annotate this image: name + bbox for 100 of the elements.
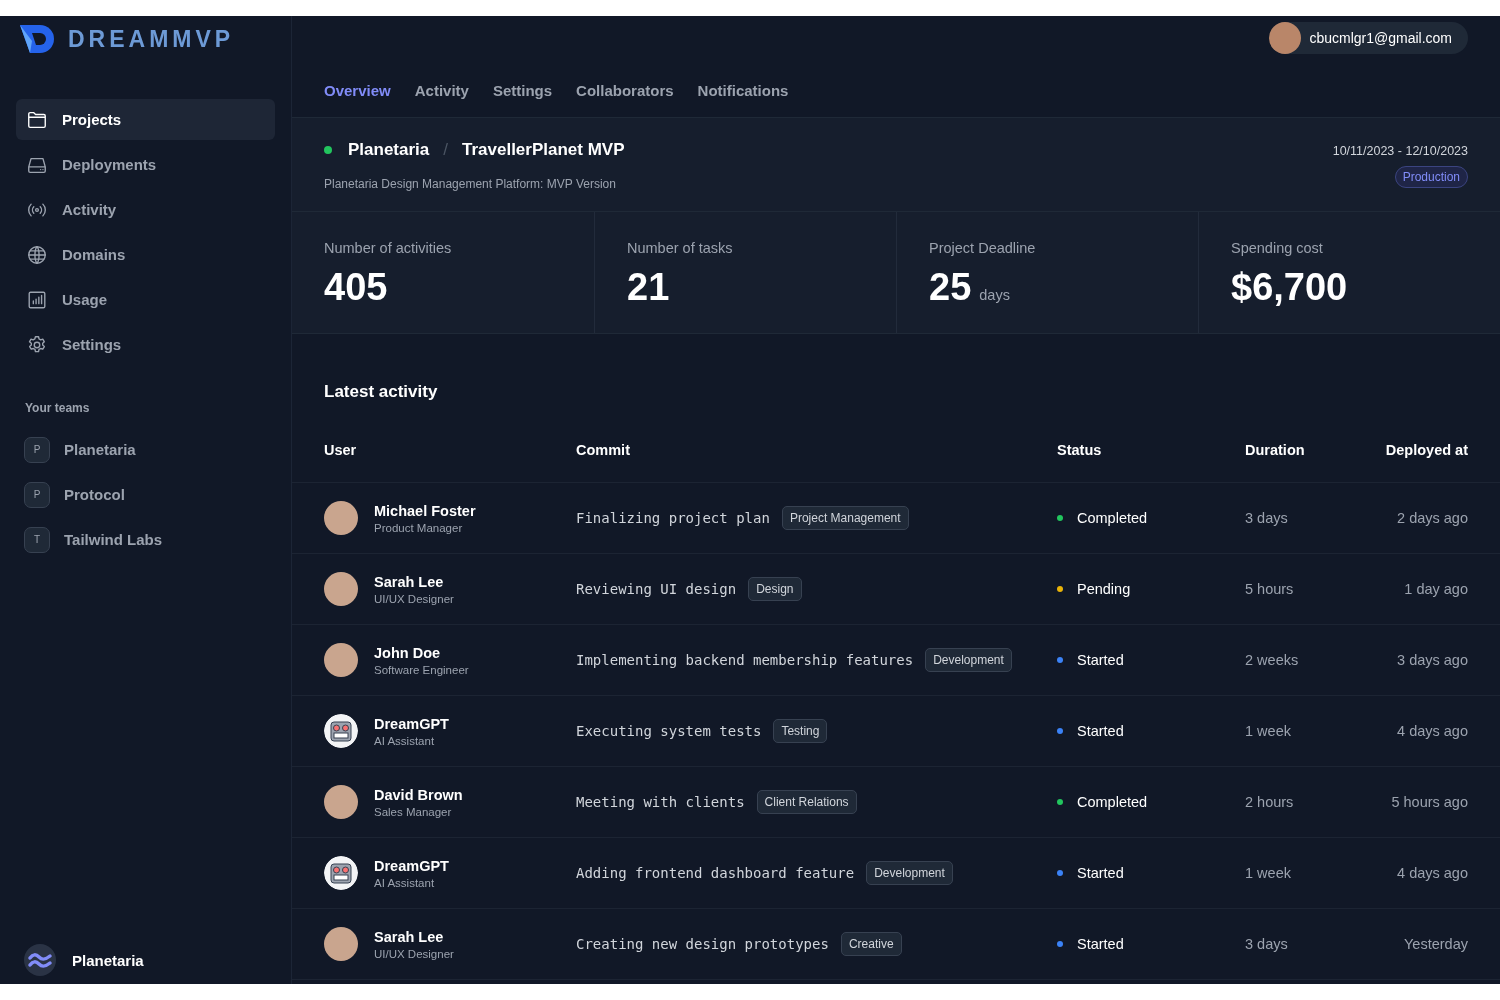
avatar	[324, 572, 358, 606]
commit-message: Implementing backend membership features	[576, 652, 914, 668]
project-description: Planetaria Design Management Platform: MVP Version	[324, 177, 617, 191]
tab[interactable]: Settings	[492, 82, 553, 99]
status-text: Started	[1077, 652, 1124, 668]
user-role: UI/UX Designer	[374, 592, 454, 605]
stat-label: Project Deadline	[929, 240, 1037, 256]
table-cell-text: 3 days	[1245, 936, 1289, 952]
column-header: User	[324, 442, 358, 458]
avatar	[324, 501, 358, 535]
team-item[interactable]: T Tailwind Labs	[16, 519, 275, 560]
table-cell-text: 4 days ago	[1396, 865, 1468, 881]
stat-value: 405	[324, 266, 388, 309]
commit-message: Executing system tests	[576, 723, 762, 739]
user-role: Software Engineer	[374, 663, 469, 676]
sidebar-item[interactable]: Deployments	[16, 144, 275, 185]
table-cell-text: 1 week	[1245, 723, 1292, 739]
tag: Testing	[773, 719, 828, 743]
sidebar-item[interactable]: Usage	[16, 279, 275, 320]
table-cell-text: 2 days ago	[1396, 510, 1468, 526]
user-name: DreamGPT	[374, 857, 449, 874]
tag: Project Management	[781, 506, 909, 530]
stat-value: $6,700	[1231, 266, 1348, 309]
globe-icon	[26, 243, 48, 266]
avatar	[324, 785, 358, 819]
user-name: DreamGPT	[374, 715, 449, 732]
table-cell-text: 1 week	[1245, 865, 1292, 881]
status-text: Started	[1077, 865, 1124, 881]
commit-message: Reviewing UI design	[576, 581, 737, 597]
tab[interactable]: Notifications	[697, 82, 789, 99]
user-name: David Brown	[374, 786, 463, 803]
table-cell-text: 5 hours ago	[1390, 794, 1468, 810]
commit-message: Finalizing project plan	[576, 510, 770, 526]
stat-value: 25	[929, 266, 972, 309]
section-title: Latest activity	[324, 382, 439, 402]
commit-message: Meeting with clients	[576, 794, 745, 810]
column-header: Commit	[576, 442, 631, 458]
status-text: Completed	[1077, 794, 1148, 810]
robot-avatar-icon	[324, 856, 358, 890]
user-menu[interactable]: cbucmlgr1@gmail.com	[1269, 22, 1468, 54]
commit-message: Adding frontend dashboard feature	[576, 865, 855, 881]
table-cell-text: 5 hours	[1245, 581, 1295, 597]
status-text: Started	[1077, 936, 1124, 952]
stat-label: Number of activities	[324, 240, 453, 256]
stat-unit: days	[979, 287, 1010, 303]
user-role: AI Assistant	[374, 734, 436, 747]
status-text: Completed	[1077, 510, 1148, 526]
tag: Development	[925, 648, 1012, 672]
status-text: Pending	[1077, 581, 1131, 597]
tab[interactable]: Collaborators	[576, 82, 674, 99]
tag: Design	[748, 577, 802, 601]
avatar	[324, 927, 358, 961]
user-role: AI Assistant	[374, 876, 436, 889]
tab[interactable]: Activity	[414, 82, 469, 99]
sidebar-item[interactable]: Projects	[16, 99, 275, 140]
team-item[interactable]: P Planetaria	[16, 429, 275, 470]
user-name: Sarah Lee	[374, 928, 445, 945]
section-heading: Your teams	[25, 401, 91, 415]
environment-badge: Production	[1394, 166, 1468, 188]
team-initial-badge: P	[24, 436, 50, 463]
user-name: John Doe	[374, 644, 442, 661]
column-header: Duration	[1245, 442, 1306, 458]
date-range: 10/11/2023 - 12/10/2023	[1332, 144, 1468, 158]
tab[interactable]: Overview	[324, 82, 391, 99]
user-role: Product Manager	[374, 521, 464, 534]
table-cell-text: 3 days	[1245, 510, 1289, 526]
avatar	[1269, 22, 1302, 54]
status-text: Started	[1077, 723, 1124, 739]
avatar	[324, 643, 358, 677]
table-cell-text: 2 weeks	[1245, 652, 1300, 668]
column-header: Deployed at	[1384, 442, 1468, 458]
robot-avatar-icon	[324, 714, 358, 748]
wave-logo-icon	[24, 944, 56, 976]
tag: Development	[866, 861, 953, 885]
user-name: Michael Foster	[374, 502, 476, 519]
sidebar-item[interactable]: Domains	[16, 234, 275, 275]
stat-label: Number of tasks	[627, 240, 734, 256]
commit-message: Creating new design prototypes	[576, 936, 829, 952]
team-initial-badge: P	[24, 481, 50, 508]
column-header: Status	[1057, 442, 1103, 458]
logo-text: DREAMMVP	[68, 25, 235, 53]
table-cell-text: 1 day ago	[1403, 581, 1468, 597]
stat-value: 21	[627, 266, 670, 309]
stat-label: Spending cost	[1231, 240, 1324, 256]
table-cell-text: Yesterday	[1403, 936, 1468, 952]
user-role: UI/UX Designer	[374, 947, 454, 960]
table-cell-text: 4 days ago	[1396, 723, 1468, 739]
project-name: TravellerPlanet MVP	[462, 140, 625, 160]
team-item[interactable]: P Protocol	[16, 474, 275, 515]
status-dot	[324, 146, 332, 154]
table-cell-text: 2 hours	[1245, 794, 1295, 810]
user-role: Sales Manager	[374, 805, 453, 818]
sidebar-item[interactable]: Activity	[16, 189, 275, 230]
tag: Client Relations	[756, 790, 857, 814]
table-cell-text: 3 days ago	[1396, 652, 1468, 668]
sidebar-item[interactable]: Settings	[16, 324, 275, 365]
team-name: Planetaria	[348, 140, 430, 160]
user-name: Sarah Lee	[374, 573, 445, 590]
team-initial-badge: T	[24, 526, 50, 553]
team-name: Planetaria	[72, 951, 144, 969]
